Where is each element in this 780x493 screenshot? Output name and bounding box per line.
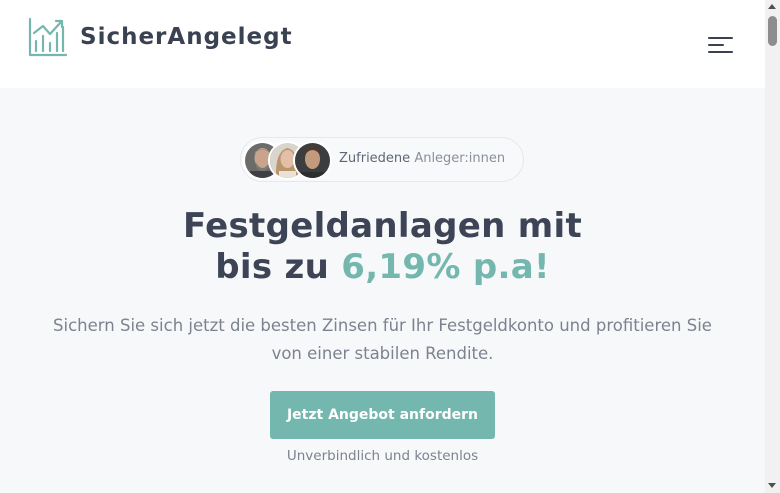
customer-badge: Zufriedene Anleger:innen xyxy=(240,137,524,182)
cta-note: Unverbindlich und kostenlos xyxy=(286,448,479,464)
brand-name: SicherAngelegt xyxy=(80,24,293,50)
badge-label: Zufriedene Anleger:innen xyxy=(339,151,505,166)
chart-growth-icon xyxy=(28,17,68,57)
site-header: SicherAngelegt xyxy=(0,0,765,88)
scroll-thumb[interactable] xyxy=(768,16,777,46)
scroll-down-icon[interactable] xyxy=(768,483,776,488)
menu-button[interactable] xyxy=(706,33,734,57)
scroll-up-icon[interactable] xyxy=(768,4,776,9)
page: SicherAngelegt Zufriedene Anleger:innen … xyxy=(0,0,765,493)
request-offer-button[interactable]: Jetzt Angebot anfordern xyxy=(270,391,495,439)
headline-line-2: bis zu 6,19% p.a! xyxy=(0,247,765,288)
vertical-scrollbar[interactable] xyxy=(765,0,780,493)
hero-section: Zufriedene Anleger:innen Festgeldanlagen… xyxy=(0,88,765,493)
hero-subtext: Sichern Sie sich jetzt die besten Zinsen… xyxy=(53,316,712,363)
brand-logo[interactable]: SicherAngelegt xyxy=(28,17,293,57)
avatar-man-dark-hair xyxy=(293,141,332,180)
headline-prefix: bis zu xyxy=(215,247,330,287)
hamburger-menu-icon xyxy=(708,37,733,53)
hero-headline: Festgeldanlagen mit bis zu 6,19% p.a! xyxy=(0,206,765,288)
headline-rate: 6,19% p.a! xyxy=(341,247,550,287)
badge-label-rest: Anleger:innen xyxy=(414,151,506,166)
headline-line-1: Festgeldanlagen mit xyxy=(182,206,582,246)
badge-label-strong: Zufriedene xyxy=(339,151,411,166)
